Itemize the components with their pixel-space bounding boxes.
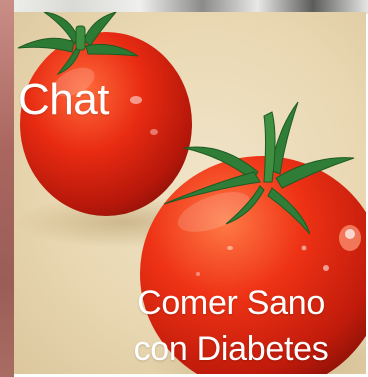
chat-label: Chat: [18, 75, 109, 124]
title-line-1: Comer Sano: [137, 284, 325, 322]
screenshot-frame: Chat Comer Sano con Diabetes: [0, 0, 368, 377]
app-tile[interactable]: Chat Comer Sano con Diabetes: [14, 12, 366, 374]
tile-title: Comer Sano con Diabetes: [100, 280, 362, 372]
left-edge-strip: [0, 0, 14, 377]
title-line-2: con Diabetes: [133, 330, 329, 368]
